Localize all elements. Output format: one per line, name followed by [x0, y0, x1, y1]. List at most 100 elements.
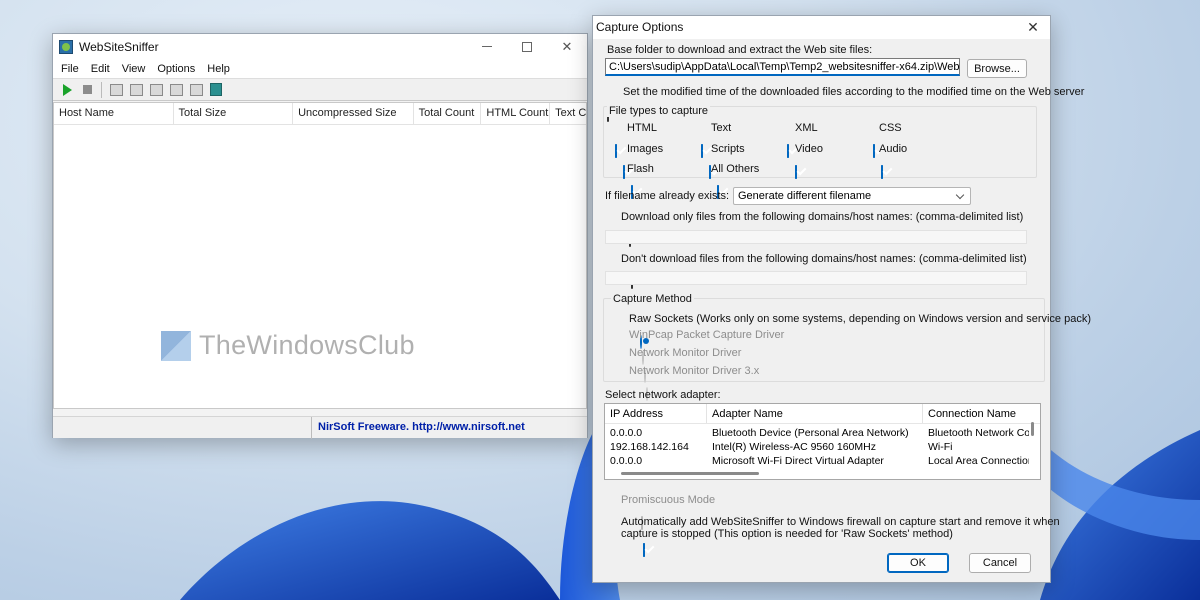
filetype-images-checkbox[interactable] — [623, 165, 625, 179]
filetype-html-checkbox[interactable] — [615, 144, 617, 158]
promiscuous-label: Promiscuous Mode — [621, 494, 716, 506]
copy-icon — [149, 83, 163, 96]
chevron-down-icon — [955, 190, 965, 199]
websitesniffer-app-icon — [59, 39, 73, 54]
menu-file[interactable]: File — [55, 63, 85, 75]
filetype-scripts-label: Scripts — [711, 143, 745, 155]
firewall-label-line1: Automatically add WebSiteSniffer to Wind… — [621, 516, 1060, 528]
column-html-count[interactable]: HTML Count — [481, 103, 551, 124]
table-row[interactable]: 192.168.142.164 Intel(R) Wireless-AC 956… — [605, 441, 1040, 455]
adapter-ip: 0.0.0.0 — [610, 427, 643, 439]
table-row[interactable]: 0.0.0.0 Bluetooth Device (Personal Area … — [605, 427, 1040, 441]
adapter-name: Intel(R) Wireless-AC 9560 160MHz — [712, 441, 876, 453]
dialog-close-button[interactable]: ✕ — [1016, 16, 1050, 39]
toolbar-separator — [101, 81, 102, 98]
base-folder-label: Base folder to download and extract the … — [607, 44, 873, 56]
download-only-label: Download only files from the following d… — [621, 211, 1024, 223]
adapter-label: Select network adapter: — [605, 389, 721, 401]
nirsoft-link[interactable]: NirSoft Freeware. http://www.nirsoft.net — [311, 417, 588, 439]
properties-icon — [169, 83, 183, 96]
filetype-audio-label: Audio — [879, 143, 908, 155]
menu-options[interactable]: Options — [151, 63, 201, 75]
main-window-title: WebSiteSniffer — [79, 39, 159, 54]
dialog-titlebar: Capture Options ✕ — [593, 16, 1050, 39]
copy-button[interactable] — [148, 82, 164, 98]
winpcap-label: WinPcap Packet Capture Driver — [629, 329, 785, 341]
close-button[interactable]: ✕ — [547, 34, 587, 59]
filename-exists-value: Generate different filename — [738, 190, 872, 202]
stop-capture-button[interactable] — [79, 82, 95, 98]
capture-method-label: Capture Method — [611, 293, 694, 305]
base-folder-input[interactable]: C:\Users\sudip\AppData\Local\Temp\Temp2_… — [605, 58, 960, 76]
filetype-all-others-label: All Others — [711, 163, 760, 175]
filename-exists-select[interactable]: Generate different filename — [733, 187, 971, 205]
cancel-button[interactable]: Cancel — [969, 553, 1031, 573]
filetype-xml-label: XML — [795, 122, 818, 134]
watermark-logo — [161, 330, 191, 361]
download-only-input[interactable] — [605, 230, 1027, 244]
column-ip-address[interactable]: IP Address — [605, 404, 707, 423]
firewall-checkbox[interactable] — [643, 543, 645, 557]
minimize-button[interactable] — [467, 34, 507, 59]
adapter-connection: Wi-Fi — [928, 441, 953, 453]
filetype-video-label: Video — [795, 143, 823, 155]
column-text-count[interactable]: Text Co — [550, 103, 586, 124]
host-list[interactable]: Host Name Total Size Uncompressed Size T… — [53, 102, 587, 409]
host-list-header: Host Name Total Size Uncompressed Size T… — [54, 103, 586, 125]
dont-download-input[interactable] — [605, 271, 1027, 285]
adapter-list[interactable]: IP Address Adapter Name Connection Name … — [604, 403, 1041, 480]
adapter-horizontal-scrollbar[interactable] — [621, 472, 759, 475]
column-uncompressed-size[interactable]: Uncompressed Size — [293, 103, 414, 124]
ok-button[interactable]: OK — [887, 553, 949, 573]
filetype-html-label: HTML — [627, 122, 657, 134]
open-folder-button[interactable] — [108, 82, 124, 98]
filetype-xml-checkbox[interactable] — [787, 144, 789, 158]
websitesniffer-window: WebSiteSniffer ✕ File Edit View Options … — [52, 33, 588, 439]
menu-help[interactable]: Help — [201, 63, 236, 75]
filetype-audio-checkbox[interactable] — [881, 165, 883, 179]
toolbar — [53, 78, 587, 101]
browse-button[interactable]: Browse... — [967, 59, 1027, 78]
menu-bar: File Edit View Options Help — [53, 59, 587, 78]
adapter-connection: Bluetooth Network Conn — [928, 427, 1029, 439]
dialog-title: Capture Options — [596, 20, 684, 34]
watermark-text: TheWindowsClub — [199, 330, 415, 360]
filetype-css-checkbox[interactable] — [873, 144, 875, 158]
properties-button[interactable] — [168, 82, 184, 98]
status-bar: NirSoft Freeware. http://www.nirsoft.net — [53, 416, 588, 439]
exit-icon — [210, 83, 222, 96]
raw-sockets-label: Raw Sockets (Works only on some systems,… — [629, 313, 1091, 325]
menu-edit[interactable]: Edit — [85, 63, 116, 75]
dont-download-label: Don't download files from the following … — [621, 253, 1027, 265]
network-monitor-label: Network Monitor Driver — [629, 347, 742, 359]
adapter-vertical-scrollbar[interactable] — [1031, 422, 1034, 436]
adapter-name: Bluetooth Device (Personal Area Network) — [712, 427, 909, 439]
refresh-button[interactable] — [188, 82, 204, 98]
modified-time-label: Set the modified time of the downloaded … — [623, 86, 1085, 98]
column-connection-name[interactable]: Connection Name — [923, 404, 1033, 423]
start-capture-button[interactable] — [59, 82, 75, 98]
column-total-size[interactable]: Total Size — [174, 103, 294, 124]
stop-icon — [82, 85, 92, 94]
column-adapter-name[interactable]: Adapter Name — [707, 404, 923, 423]
save-icon — [129, 83, 143, 96]
column-total-count[interactable]: Total Count — [414, 103, 482, 124]
main-titlebar: WebSiteSniffer ✕ — [53, 34, 587, 59]
folder-icon — [109, 83, 123, 96]
watermark: TheWindowsClub — [161, 330, 415, 361]
save-button[interactable] — [128, 82, 144, 98]
capture-options-dialog: Capture Options ✕ Base folder to downloa… — [592, 15, 1091, 583]
refresh-icon — [189, 83, 203, 96]
exit-button[interactable] — [208, 82, 224, 98]
adapter-list-header: IP Address Adapter Name Connection Name — [605, 404, 1040, 424]
table-row[interactable]: 0.0.0.0 Microsoft Wi-Fi Direct Virtual A… — [605, 455, 1040, 469]
filetype-text-checkbox[interactable] — [701, 144, 703, 158]
filetype-video-checkbox[interactable] — [795, 165, 797, 179]
menu-view[interactable]: View — [116, 63, 152, 75]
filetype-text-label: Text — [711, 122, 732, 134]
play-icon — [62, 83, 72, 96]
maximize-button[interactable] — [507, 34, 547, 59]
column-host-name[interactable]: Host Name — [54, 103, 174, 124]
network-monitor-3x-label: Network Monitor Driver 3.x — [629, 365, 760, 377]
filetype-images-label: Images — [627, 143, 664, 155]
